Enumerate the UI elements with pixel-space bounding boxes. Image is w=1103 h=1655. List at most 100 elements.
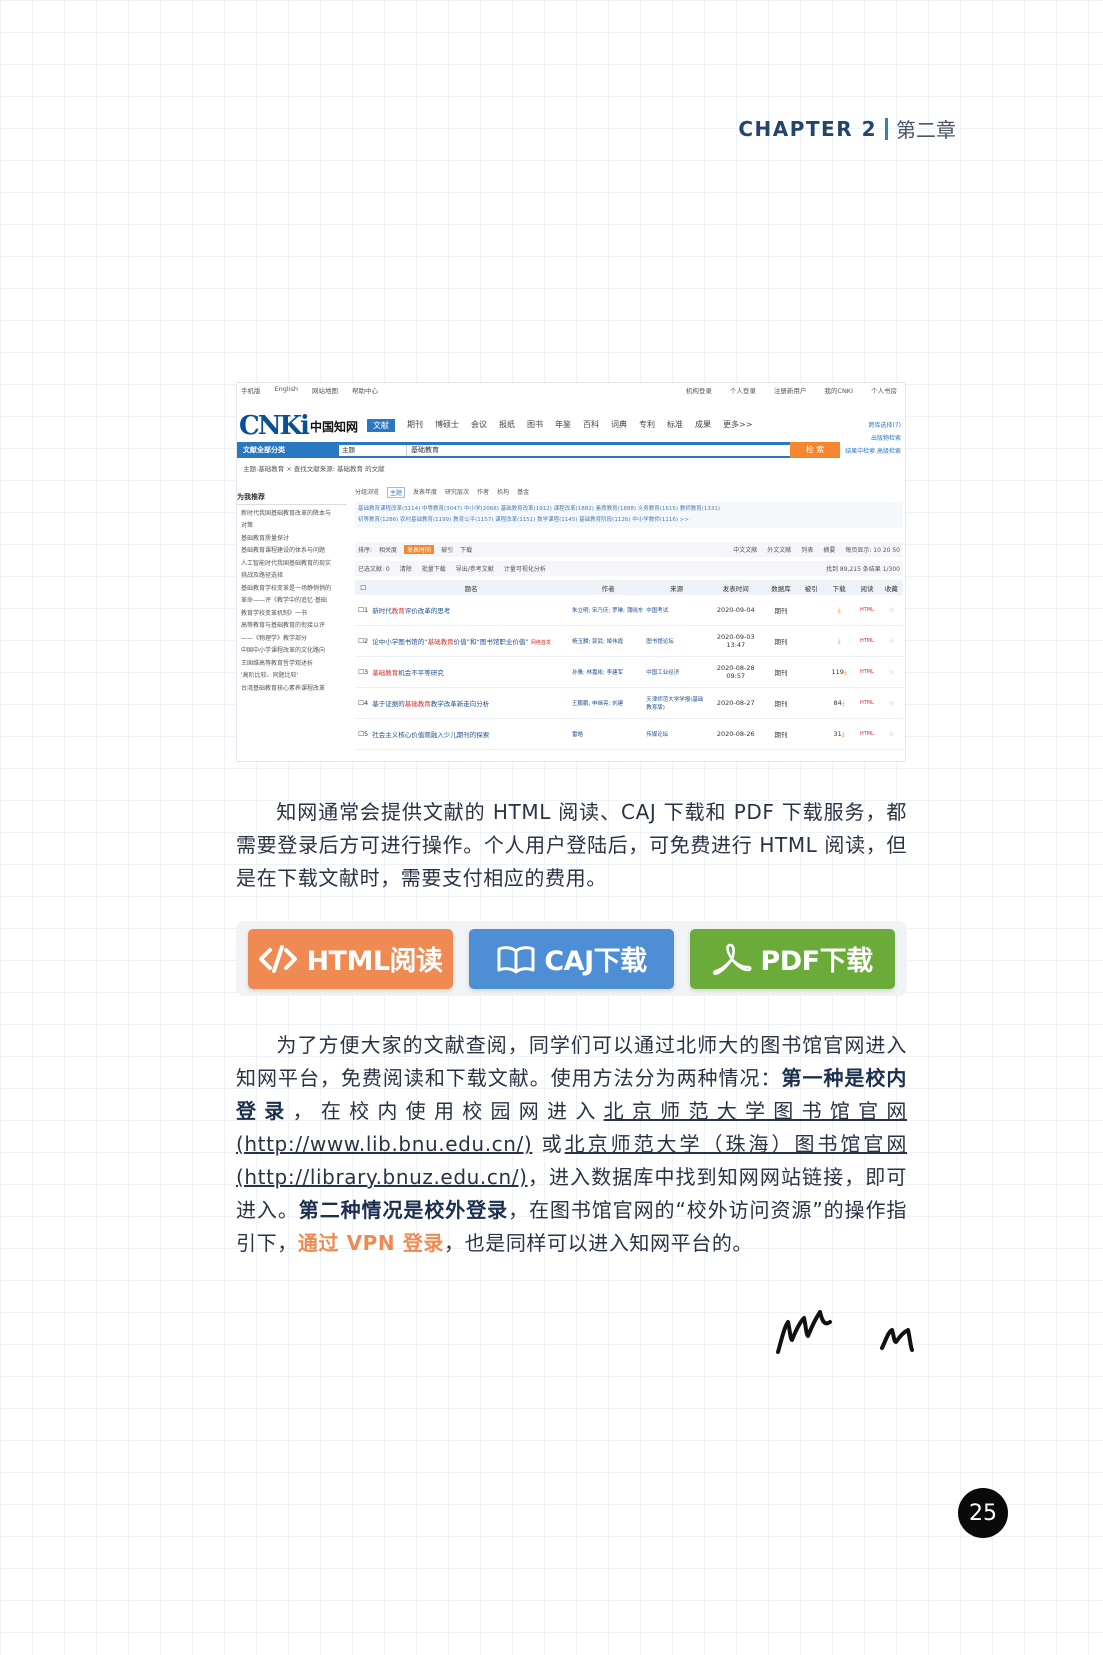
nav-tab[interactable]: 博硕士 [435,419,459,432]
group-tab[interactable]: 研究层次 [445,487,469,498]
download-icon[interactable]: ⤓ [824,595,855,626]
topbar-link[interactable]: 手机版 [241,385,261,395]
view-toggle[interactable]: 列表 [801,545,813,554]
nav-tab[interactable]: 百科 [583,419,599,432]
sort-option[interactable]: 下载 [460,545,472,554]
result-source[interactable]: 图书馆论坛 [645,625,708,657]
result-title[interactable]: 新时代教育评价改革的思考 [371,595,571,626]
group-tab[interactable]: 机构 [497,487,509,498]
nav-tab[interactable]: 成果 [695,419,711,432]
nav-tab[interactable]: 年鉴 [555,419,571,432]
caj-download-button[interactable]: CAJ下载 [469,928,674,989]
favorite-icon[interactable]: ☆ [879,718,903,750]
row-checkbox[interactable]: ☐4 [355,687,372,719]
row-checkbox[interactable]: ☐5 [355,718,372,750]
result-author[interactable]: 杨玉麟; 郭武; 姬伟霞 [570,625,646,657]
subject-facet-line[interactable]: 初等教育(1286) 农村基础教育(1199) 教育公平(1157) 课程改革(… [358,515,900,526]
favorite-icon[interactable]: ☆ [879,595,903,626]
topbar-link[interactable]: 个人书房 [871,385,897,395]
col-header[interactable]: 被引 [798,580,824,595]
html-read-icon[interactable]: HTML [854,595,880,626]
topbar-link[interactable]: 我的CNKI [824,385,853,395]
select-all-checkbox[interactable]: ☐ [355,580,372,595]
sidebar-item[interactable]: 基础教育质量探讨 [237,533,347,546]
sidebar-item[interactable]: 新时代我国基础教育改革的降本与 [237,508,347,521]
nav-tab[interactable]: 会议 [471,419,487,432]
favorite-icon[interactable]: ☆ [879,687,903,719]
sort-option[interactable]: 相关度 [379,545,397,554]
cross-db-link[interactable]: 跨库选择(7) [845,419,902,432]
col-header[interactable]: 阅读 [854,580,880,595]
sidebar-item[interactable]: '高阶比较、同题比较' [237,670,347,683]
clear-button[interactable]: 清除 [400,564,412,573]
category-select[interactable]: 文献全部分类 [237,445,339,455]
result-title[interactable]: 论中小学图书馆的“基础教育价值”和“图书馆职业价值” 网络首发 [371,625,571,657]
sidebar-item[interactable]: 台湾基础教育核心素养课程改革 [237,683,347,696]
topbar-link[interactable]: 网站地图 [312,385,338,395]
download-icon[interactable]: 84⤓ [824,687,855,719]
group-tab[interactable]: 基金 [517,487,529,498]
sort-option[interactable]: 发表时间 [404,545,435,554]
nav-tab[interactable]: 专利 [639,419,655,432]
col-header[interactable]: 题名 [371,580,571,595]
sidebar-item[interactable]: 革命——评《教学中的追忆·基础 [237,595,347,608]
group-tab[interactable]: 分组浏览 [355,487,379,498]
export-button[interactable]: 导出/参考文献 [456,564,494,573]
col-header[interactable]: 作者 [570,580,646,595]
col-header[interactable]: 来源 [645,580,708,595]
result-source[interactable]: 中国工业经济 [645,656,708,688]
nav-tab[interactable]: 更多>> [723,419,752,432]
col-header[interactable]: 发表时间 [707,580,764,595]
advanced-search-link[interactable]: 结果中检索 高级检索 [845,445,901,458]
subject-facet-line[interactable]: 基础教育课程改革(3114) 中等教育(3047) 中小学(2068) 基础教育… [358,504,900,515]
html-read-icon[interactable]: HTML [854,687,880,719]
publication-search-link[interactable]: 出版物检索 [845,432,901,445]
result-source[interactable]: 中国考试 [645,595,708,626]
search-button[interactable]: 检 索 [790,442,840,458]
group-tab[interactable]: 发表年度 [413,487,437,498]
result-author[interactable]: 王鹏鹏; 申继亮; 刘建 [570,687,646,719]
html-read-icon[interactable]: HTML [854,625,880,657]
download-icon[interactable]: 31⤓ [824,718,855,750]
sidebar-item[interactable]: 基础教育课程建设的体系与问题 [237,545,347,558]
pdf-download-button[interactable]: PDF下载 [690,928,895,989]
visualize-button[interactable]: 计量可视化分析 [504,564,546,573]
field-select[interactable]: 主题 [339,444,407,456]
col-header[interactable]: 数据库 [763,580,799,595]
nav-tab[interactable]: 报纸 [499,419,515,432]
topbar-link[interactable]: 个人登录 [730,385,756,395]
result-source[interactable]: 传媒论坛 [645,718,708,750]
sidebar-item[interactable]: ——《物理学》教学部分 [237,633,347,646]
nav-tab[interactable]: 期刊 [407,419,423,432]
result-author[interactable]: 孙雅; 林嘉彬; 李建军 [570,656,646,688]
download-icon[interactable]: ⤓ [824,625,855,657]
sidebar-item[interactable]: 教育学校变革机制》一书 [237,608,347,621]
sidebar-item[interactable]: 人工智能时代我国基础教育的现实 [237,558,347,571]
html-read-icon[interactable]: HTML [854,656,880,688]
lang-filter[interactable]: 外文文献 [767,545,791,554]
row-checkbox[interactable]: ☐2 [355,625,372,657]
html-read-button[interactable]: HTML阅读 [248,928,453,989]
sidebar-item[interactable]: 挑战及路径选择 [237,570,347,583]
sidebar-item[interactable]: 高等教育与基础教育的衔接以评 [237,620,347,633]
topbar-link[interactable]: 注册新用户 [774,385,807,395]
col-header[interactable]: 收藏 [879,580,903,595]
sidebar-item[interactable]: 基础教育学校变革是一场静悄悄的 [237,583,347,596]
nav-tab[interactable]: 词典 [611,419,627,432]
group-tab[interactable]: 作者 [477,487,489,498]
topbar-link[interactable]: 帮助中心 [352,385,378,395]
row-checkbox[interactable]: ☐3 [355,656,372,688]
result-title[interactable]: 社会主义核心价值观融入少儿期刊的探索 [371,718,571,750]
row-checkbox[interactable]: ☐1 [355,595,372,626]
cnki-logo[interactable]: CNKi 中国知网 [239,411,358,441]
search-input[interactable]: 基础教育 [407,444,790,456]
lang-filter[interactable]: 中文文献 [733,545,757,554]
result-author[interactable]: 雷皓 [570,718,646,750]
result-author[interactable]: 朱立明; 宋乃庆; 罗琳; 蒲晓东 [570,595,646,626]
nav-tab[interactable]: 标准 [667,419,683,432]
group-tab[interactable]: 主题 [387,487,406,498]
nav-tab[interactable]: 文献 [367,419,395,432]
result-title[interactable]: 基础教育机会不平等研究 [371,656,571,688]
sidebar-item[interactable]: 对策 [237,520,347,533]
html-read-icon[interactable]: HTML [854,718,880,750]
